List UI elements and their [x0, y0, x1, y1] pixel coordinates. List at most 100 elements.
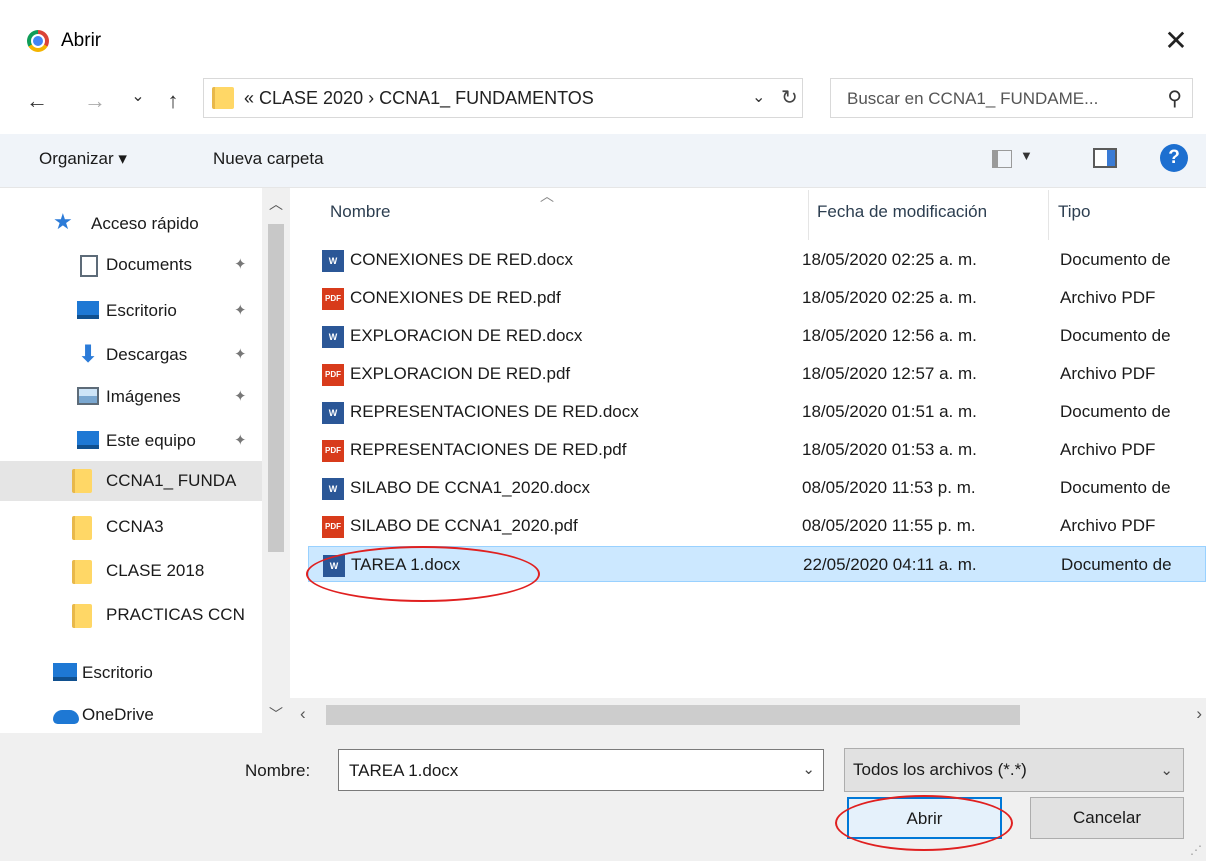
search-input[interactable]: Buscar en CCNA1_ FUNDAME...: [847, 89, 1098, 109]
scrollbar-thumb[interactable]: [326, 705, 1020, 725]
file-row[interactable]: PDF SILABO DE CCNA1_2020.pdf 08/05/2020 11…: [308, 508, 1206, 544]
scroll-right-icon[interactable]: ›: [1196, 704, 1202, 724]
chevron-down-icon[interactable]: ⌄: [802, 760, 815, 778]
sidebar-item-this-pc[interactable]: Este equipo ✦: [0, 422, 262, 460]
breadcrumb[interactable]: « CLASE 2020 › CCNA1_ FUNDAMENTOS: [244, 88, 594, 109]
word-file-icon: W: [322, 326, 344, 348]
file-row[interactable]: PDF EXPLORACION DE RED.pdf 18/05/2020 12:5…: [308, 356, 1206, 392]
file-row[interactable]: PDF REPRESENTACIONES DE RED.pdf 18/05/2020…: [308, 432, 1206, 468]
sidebar-item-desktop[interactable]: Escritorio ✦: [0, 292, 262, 330]
file-row[interactable]: W TAREA 1.docx 22/05/2020 04:11 a. m. Docum…: [308, 546, 1206, 582]
search-box[interactable]: Buscar en CCNA1_ FUNDAME... ⚲: [830, 78, 1193, 118]
sidebar-item-ccna1[interactable]: CCNA1_ FUNDA: [0, 461, 262, 501]
up-arrow-icon[interactable]: ↑: [160, 84, 186, 118]
word-file-icon: W: [323, 555, 345, 577]
download-icon: ⬇: [78, 341, 99, 368]
command-bar: Organizar ▾ Nueva carpeta ▼ ?: [0, 134, 1206, 188]
column-header-date[interactable]: Fecha de modificación: [817, 202, 987, 222]
file-date: 18/05/2020 12:56 a. m.: [802, 326, 977, 345]
sidebar-item-label: PRACTICAS CCN: [106, 605, 245, 624]
sidebar-scrollbar[interactable]: ︿ ﹀: [262, 188, 290, 733]
sidebar-item-label: Este equipo: [106, 431, 196, 450]
refresh-icon[interactable]: ↻: [781, 85, 798, 110]
scroll-down-icon[interactable]: ﹀: [269, 704, 283, 724]
sidebar-item-documents[interactable]: Documents ✦: [0, 246, 262, 284]
open-button[interactable]: Abrir: [847, 797, 1002, 839]
file-name-value[interactable]: TAREA 1.docx: [349, 761, 458, 781]
chrome-icon: [27, 30, 49, 52]
file-name: CONEXIONES DE RED.pdf: [350, 288, 561, 307]
file-date: 08/05/2020 11:55 p. m.: [802, 516, 976, 535]
organize-button[interactable]: Organizar ▾: [39, 149, 127, 169]
file-type: Documento de: [1060, 326, 1171, 345]
column-header-type[interactable]: Tipo: [1058, 202, 1090, 222]
sidebar-item-practicas[interactable]: PRACTICAS CCN: [0, 596, 262, 634]
pin-icon[interactable]: ✦: [234, 345, 247, 363]
file-row[interactable]: W CONEXIONES DE RED.docx 18/05/2020 02:25 …: [308, 242, 1206, 278]
sidebar-item-downloads[interactable]: ⬇ Descargas ✦: [0, 336, 262, 374]
sidebar-item-label: Escritorio: [82, 663, 153, 682]
sidebar-item-label: Documents: [106, 255, 192, 274]
new-folder-button[interactable]: Nueva carpeta: [213, 149, 324, 169]
cancel-button[interactable]: Cancelar: [1030, 797, 1184, 839]
column-divider[interactable]: [1048, 190, 1049, 240]
chevron-down-icon[interactable]: ⌄: [752, 87, 765, 107]
file-row[interactable]: PDF CONEXIONES DE RED.pdf 18/05/2020 02:25…: [308, 280, 1206, 316]
chevron-down-icon[interactable]: ⌄: [1160, 761, 1173, 779]
sidebar-item-clase-2018[interactable]: CLASE 2018: [0, 552, 262, 590]
scroll-up-icon[interactable]: ︿: [269, 194, 283, 214]
help-icon[interactable]: ?: [1160, 144, 1188, 172]
pdf-file-icon: PDF: [322, 364, 344, 386]
sidebar-item-pictures[interactable]: Imágenes ✦: [0, 378, 262, 416]
file-date: 18/05/2020 12:57 a. m.: [802, 364, 977, 383]
sidebar-item-quick-access[interactable]: ★ Acceso rápido: [0, 205, 262, 243]
sidebar-item-ccna3[interactable]: CCNA3: [0, 508, 262, 546]
scroll-left-icon[interactable]: ‹: [300, 704, 306, 724]
search-icon[interactable]: ⚲: [1167, 86, 1182, 111]
file-name: CONEXIONES DE RED.docx: [350, 250, 573, 269]
navigation-pane: ★ Acceso rápido Documents ✦ Escritorio ✦…: [0, 188, 290, 733]
chevron-down-icon[interactable]: ▼: [1020, 148, 1033, 163]
file-row[interactable]: W EXPLORACION DE RED.docx 18/05/2020 12:56…: [308, 318, 1206, 354]
sidebar-item-label: Escritorio: [106, 301, 177, 320]
forward-arrow-icon[interactable]: →: [82, 84, 108, 118]
file-type: Archivo PDF: [1060, 364, 1156, 383]
resize-grip-icon[interactable]: ⋰: [1190, 843, 1202, 857]
preview-pane-icon[interactable]: [1093, 148, 1117, 168]
file-name: EXPLORACION DE RED.docx: [350, 326, 583, 345]
file-date: 08/05/2020 11:53 p. m.: [802, 478, 976, 497]
title-bar: Abrir ✕: [0, 0, 1206, 76]
address-bar[interactable]: « CLASE 2020 › CCNA1_ FUNDAMENTOS ⌄ ↻: [203, 78, 803, 118]
recent-locations-icon[interactable]: ⌄: [130, 80, 146, 114]
file-name-label: Nombre:: [245, 761, 311, 780]
word-file-icon: W: [322, 402, 344, 424]
file-type: Archivo PDF: [1060, 288, 1156, 307]
file-date: 18/05/2020 01:51 a. m.: [802, 402, 977, 421]
file-type-select[interactable]: Todos los archivos (*.*) ⌄: [844, 748, 1184, 792]
pin-icon[interactable]: ✦: [234, 387, 247, 405]
file-list-scrollbar[interactable]: ‹ ›: [290, 698, 1206, 733]
file-name: REPRESENTACIONES DE RED.pdf: [350, 440, 627, 459]
back-arrow-icon[interactable]: ←: [22, 84, 52, 118]
file-row[interactable]: W REPRESENTACIONES DE RED.docx 18/05/2020 …: [308, 394, 1206, 430]
sidebar-item-desktop-root[interactable]: Escritorio: [0, 654, 262, 692]
file-name-input[interactable]: TAREA 1.docx ⌄: [338, 749, 824, 791]
file-type: Documento de: [1061, 555, 1172, 574]
pin-icon[interactable]: ✦: [234, 431, 247, 449]
column-header-name[interactable]: Nombre: [330, 202, 390, 222]
folder-icon: [72, 604, 92, 628]
view-options-icon[interactable]: [992, 150, 1012, 168]
sidebar-item-label: CCNA1_ FUNDA: [106, 471, 237, 490]
scrollbar-thumb[interactable]: [268, 224, 284, 552]
sidebar-item-label: OneDrive: [82, 705, 154, 724]
sidebar-item-label: Descargas: [106, 345, 188, 364]
folder-icon: [72, 469, 92, 493]
pin-icon[interactable]: ✦: [234, 301, 247, 319]
file-date: 22/05/2020 04:11 a. m.: [803, 555, 977, 574]
file-row[interactable]: W SILABO DE CCNA1_2020.docx 08/05/2020 11:…: [308, 470, 1206, 506]
computer-icon: [77, 431, 99, 449]
close-button[interactable]: ✕: [1156, 22, 1196, 60]
sidebar-item-onedrive[interactable]: OneDrive: [0, 696, 262, 733]
column-divider[interactable]: [808, 190, 809, 240]
pin-icon[interactable]: ✦: [234, 255, 247, 273]
